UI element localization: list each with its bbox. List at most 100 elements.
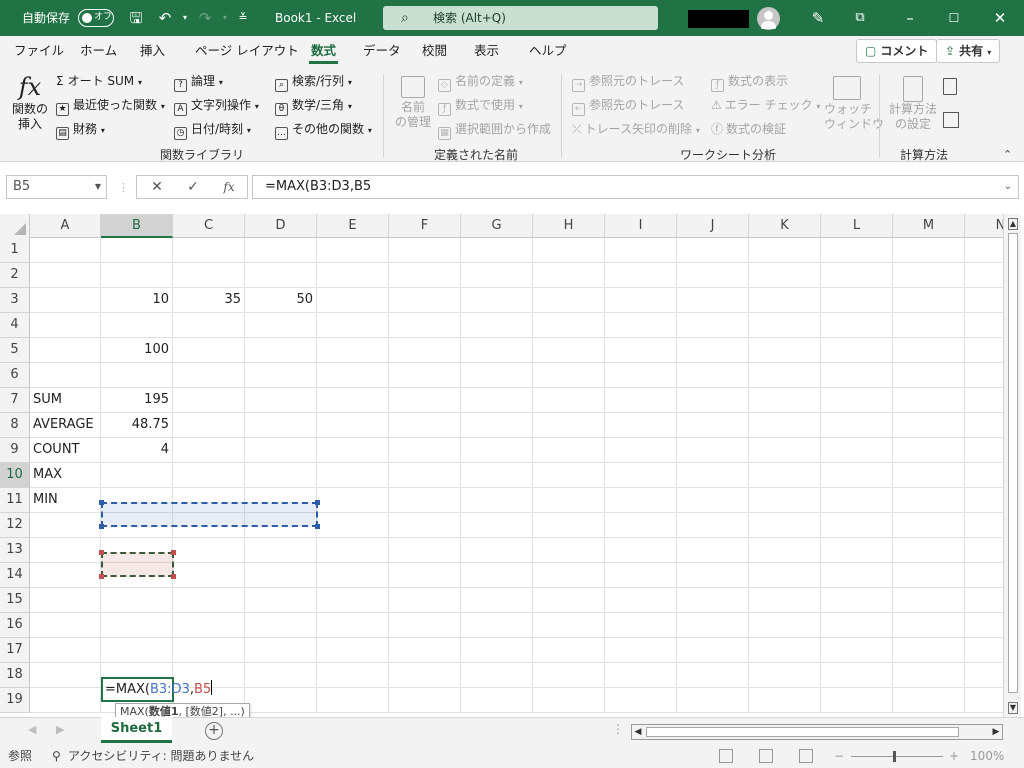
column-header-l[interactable]: L <box>821 214 893 238</box>
account-name-redacted[interactable] <box>688 10 749 28</box>
cell-l10[interactable] <box>821 463 893 488</box>
cell-e16[interactable] <box>317 613 389 638</box>
vertical-scrollbar[interactable]: ▲ ▼ <box>1003 214 1021 717</box>
cell-d8[interactable] <box>245 413 317 438</box>
row-header-5[interactable]: 5 <box>0 338 30 363</box>
cell-f13[interactable] <box>389 538 461 563</box>
recently-used-button[interactable]: ★ 最近使った関数 ▾ <box>56 95 165 116</box>
cell-d14[interactable] <box>245 563 317 588</box>
cell-n1[interactable] <box>965 238 1003 263</box>
cell-l1[interactable] <box>821 238 893 263</box>
tab-help[interactable]: ヘルプ <box>529 36 567 66</box>
cell-f17[interactable] <box>389 638 461 663</box>
cell-f8[interactable] <box>389 413 461 438</box>
cell-c16[interactable] <box>173 613 245 638</box>
cell-j16[interactable] <box>677 613 749 638</box>
cell-l12[interactable] <box>821 513 893 538</box>
cell-h8[interactable] <box>533 413 605 438</box>
horizontal-scrollbar[interactable]: ◀ ▶ <box>631 724 1003 740</box>
cell-h15[interactable] <box>533 588 605 613</box>
page-break-view-icon[interactable] <box>799 749 813 763</box>
cell-g9[interactable] <box>461 438 533 463</box>
tab-home[interactable]: ホーム <box>80 36 117 66</box>
cell-a13[interactable] <box>30 538 101 563</box>
range-handle[interactable] <box>171 574 176 579</box>
column-header-a[interactable]: A <box>30 214 101 238</box>
calculate-sheet-icon[interactable] <box>943 112 959 128</box>
cell-i2[interactable] <box>605 263 677 288</box>
cell-a17[interactable] <box>30 638 101 663</box>
cell-l9[interactable] <box>821 438 893 463</box>
cell-e5[interactable] <box>317 338 389 363</box>
cell-l18[interactable] <box>821 663 893 688</box>
cell-k15[interactable] <box>749 588 821 613</box>
column-header-g[interactable]: G <box>461 214 533 238</box>
autosave-toggle[interactable]: オフ <box>78 9 114 27</box>
cell-k3[interactable] <box>749 288 821 313</box>
cell-a8[interactable]: AVERAGE <box>30 413 101 438</box>
cell-e8[interactable] <box>317 413 389 438</box>
cell-i12[interactable] <box>605 513 677 538</box>
cell-k2[interactable] <box>749 263 821 288</box>
range-handle[interactable] <box>99 574 104 579</box>
cell-g6[interactable] <box>461 363 533 388</box>
scroll-up-icon[interactable]: ▲ <box>1008 218 1018 230</box>
zoom-in-icon[interactable]: + <box>949 745 959 768</box>
cell-g13[interactable] <box>461 538 533 563</box>
cell-i9[interactable] <box>605 438 677 463</box>
cell-l13[interactable] <box>821 538 893 563</box>
cell-g8[interactable] <box>461 413 533 438</box>
search-box[interactable]: ⌕ 検索 (Alt+Q) <box>383 6 658 30</box>
cell-a3[interactable] <box>30 288 101 313</box>
cell-m16[interactable] <box>893 613 965 638</box>
cell-a1[interactable] <box>30 238 101 263</box>
cell-g7[interactable] <box>461 388 533 413</box>
cell-e12[interactable] <box>317 513 389 538</box>
cell-g15[interactable] <box>461 588 533 613</box>
cell-c8[interactable] <box>173 413 245 438</box>
cell-a10[interactable]: MAX <box>30 463 101 488</box>
row-header-19[interactable]: 19 <box>0 688 30 713</box>
insert-function-button[interactable]: fx 関数の 挿入 <box>8 72 52 132</box>
cell-e11[interactable] <box>317 488 389 513</box>
cell-k14[interactable] <box>749 563 821 588</box>
cell-a6[interactable] <box>30 363 101 388</box>
cell-l8[interactable] <box>821 413 893 438</box>
cell-n18[interactable] <box>965 663 1003 688</box>
row-header-12[interactable]: 12 <box>0 513 30 538</box>
row-header-17[interactable]: 17 <box>0 638 30 663</box>
cell-j5[interactable] <box>677 338 749 363</box>
cell-g1[interactable] <box>461 238 533 263</box>
cell-n15[interactable] <box>965 588 1003 613</box>
cell-j18[interactable] <box>677 663 749 688</box>
cell-j1[interactable] <box>677 238 749 263</box>
cell-g4[interactable] <box>461 313 533 338</box>
math-button[interactable]: θ 数学/三角 ▾ <box>275 95 352 116</box>
row-header-11[interactable]: 11 <box>0 488 30 513</box>
formula-bar-grip-icon[interactable]: ⋮ <box>118 181 129 194</box>
column-header-c[interactable]: C <box>173 214 245 238</box>
cell-d7[interactable] <box>245 388 317 413</box>
cell-l16[interactable] <box>821 613 893 638</box>
cell-l2[interactable] <box>821 263 893 288</box>
cell-b6[interactable] <box>101 363 173 388</box>
cell-n2[interactable] <box>965 263 1003 288</box>
cell-b3[interactable]: 10 <box>101 288 173 313</box>
cell-e14[interactable] <box>317 563 389 588</box>
cell-i6[interactable] <box>605 363 677 388</box>
cell-l17[interactable] <box>821 638 893 663</box>
row-header-16[interactable]: 16 <box>0 613 30 638</box>
cell-b4[interactable] <box>101 313 173 338</box>
cell-m9[interactable] <box>893 438 965 463</box>
cell-k13[interactable] <box>749 538 821 563</box>
cell-n17[interactable] <box>965 638 1003 663</box>
range-handle[interactable] <box>99 550 104 555</box>
cell-f18[interactable] <box>389 663 461 688</box>
cell-g16[interactable] <box>461 613 533 638</box>
range-handle[interactable] <box>315 524 320 529</box>
row-header-1[interactable]: 1 <box>0 238 30 263</box>
cell-d2[interactable] <box>245 263 317 288</box>
cell-d9[interactable] <box>245 438 317 463</box>
cell-e6[interactable] <box>317 363 389 388</box>
cell-a2[interactable] <box>30 263 101 288</box>
